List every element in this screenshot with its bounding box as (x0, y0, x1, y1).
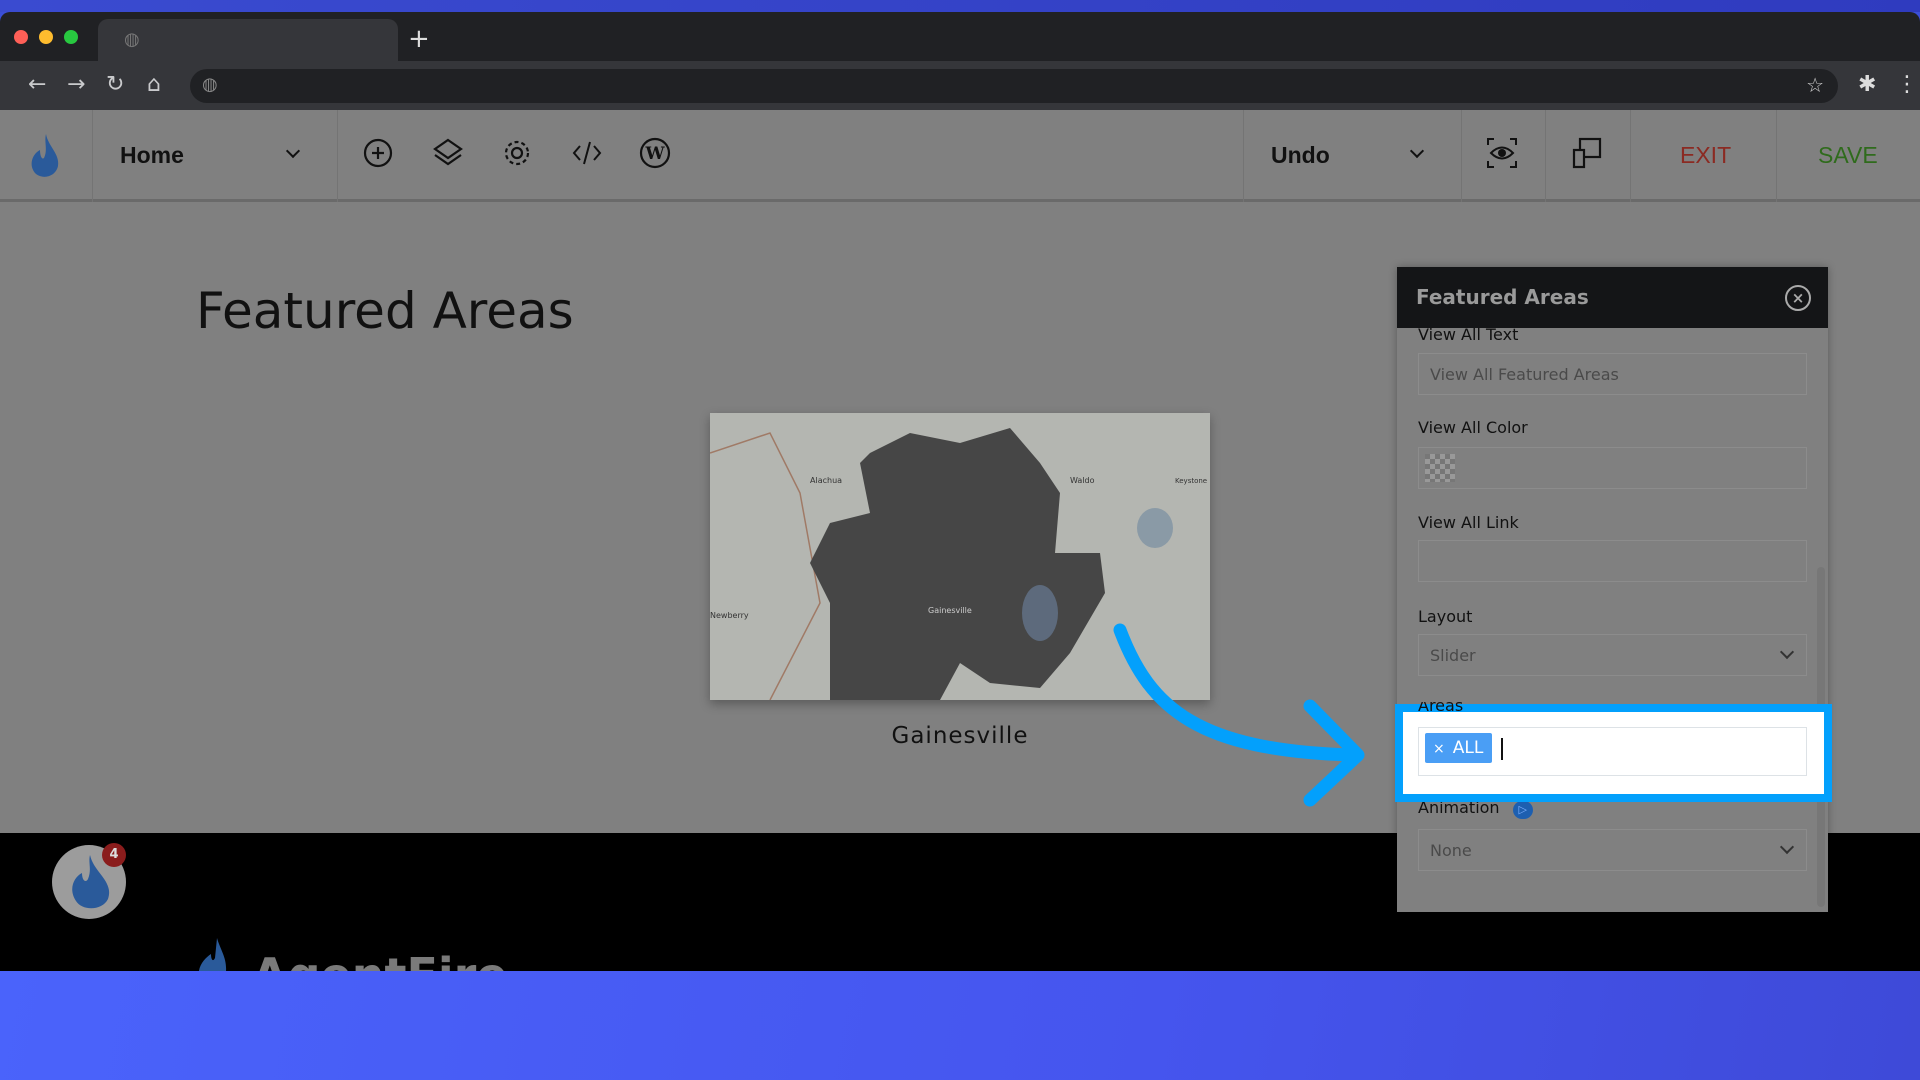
globe-icon: ◍ (124, 29, 140, 50)
reload-icon[interactable]: ↻ (106, 72, 124, 97)
agentfire-logo[interactable] (26, 132, 62, 180)
divider (92, 110, 93, 202)
svg-text:Keystone Heights: Keystone Heights (1175, 477, 1210, 485)
layers-icon[interactable] (431, 136, 465, 170)
gear-icon[interactable] (500, 136, 534, 170)
view-all-text-input[interactable]: View All Featured Areas (1418, 353, 1807, 395)
color-swatch[interactable] (1425, 454, 1455, 482)
view-all-text-label: View All Text (1418, 325, 1519, 344)
animation-value: None (1430, 841, 1472, 860)
browser-menu-icon[interactable]: ⋮ (1896, 72, 1918, 97)
exit-button[interactable]: EXIT (1680, 142, 1731, 169)
divider (1243, 110, 1244, 202)
svg-text:Waldo: Waldo (1070, 476, 1095, 485)
text-cursor (1501, 738, 1503, 760)
play-icon[interactable]: ▷ (1512, 801, 1533, 819)
animation-select[interactable]: None (1418, 829, 1807, 871)
layout-select[interactable]: Slider (1418, 634, 1807, 676)
back-icon[interactable]: ← (28, 72, 46, 97)
editor-toolbar (0, 110, 1920, 202)
chevron-down-icon (1779, 839, 1795, 855)
preview-eye-icon[interactable] (1485, 136, 1519, 170)
svg-text:Gainesville: Gainesville (928, 606, 972, 615)
responsive-icon[interactable] (1570, 136, 1604, 170)
area-chip: × ALL (1425, 733, 1492, 763)
address-bar[interactable]: ◍ ☆ (190, 69, 1838, 103)
wordpress-icon[interactable]: W (638, 136, 672, 170)
extensions-icon[interactable]: ✱ (1858, 72, 1876, 97)
view-all-color-input[interactable] (1418, 447, 1807, 489)
section-title: Featured Areas (196, 282, 574, 340)
close-window-button[interactable] (14, 30, 28, 44)
view-all-link-input[interactable] (1418, 540, 1807, 582)
layout-label: Layout (1418, 607, 1473, 626)
new-tab-button[interactable]: + (408, 24, 430, 54)
maximize-window-button[interactable] (64, 30, 78, 44)
agentfire-footer-logo (199, 938, 226, 971)
areas-label: Areas (1418, 702, 1464, 715)
svg-text:Alachua: Alachua (810, 476, 842, 485)
view-all-color-label: View All Color (1418, 418, 1528, 437)
annotation-arrow (1113, 623, 1365, 807)
layout-value: Slider (1430, 646, 1476, 665)
undo-button[interactable]: Undo (1271, 142, 1330, 169)
home-icon[interactable]: ⌂ (147, 72, 161, 97)
bookmark-star-icon[interactable]: ☆ (1806, 73, 1824, 97)
close-panel-button[interactable]: × (1785, 285, 1811, 311)
divider (1545, 110, 1546, 202)
browser-tab[interactable]: ◍ (98, 19, 398, 61)
svg-text:W: W (644, 144, 665, 164)
plus-circle-icon[interactable] (361, 136, 395, 170)
page-select[interactable]: Home (120, 142, 184, 169)
svg-text:Newberry: Newberry (710, 611, 749, 620)
areas-multiselect[interactable]: × ALL (1418, 727, 1807, 776)
settings-panel: Featured Areas × View All Text View All … (1397, 267, 1828, 912)
remove-chip-icon[interactable]: × (1433, 741, 1445, 757)
code-icon[interactable] (570, 136, 604, 170)
divider (1630, 110, 1631, 202)
divider (1461, 110, 1462, 202)
panel-title: Featured Areas (1416, 285, 1589, 309)
globe-icon: ◍ (202, 74, 218, 95)
save-button[interactable]: SAVE (1818, 142, 1878, 169)
minimize-window-button[interactable] (39, 30, 53, 44)
desktop-background (0, 971, 1920, 1080)
divider (337, 110, 338, 202)
panel-header: Featured Areas × (1397, 267, 1828, 328)
chevron-down-icon (1779, 644, 1795, 660)
view-all-link-label: View All Link (1418, 513, 1519, 532)
chip-label: ALL (1452, 738, 1484, 758)
divider (1776, 110, 1777, 202)
notification-badge: 4 (102, 843, 126, 867)
desktop-background (0, 0, 1920, 12)
footer-brand-text: AgentFire (252, 948, 508, 971)
forward-icon[interactable]: → (67, 72, 85, 97)
